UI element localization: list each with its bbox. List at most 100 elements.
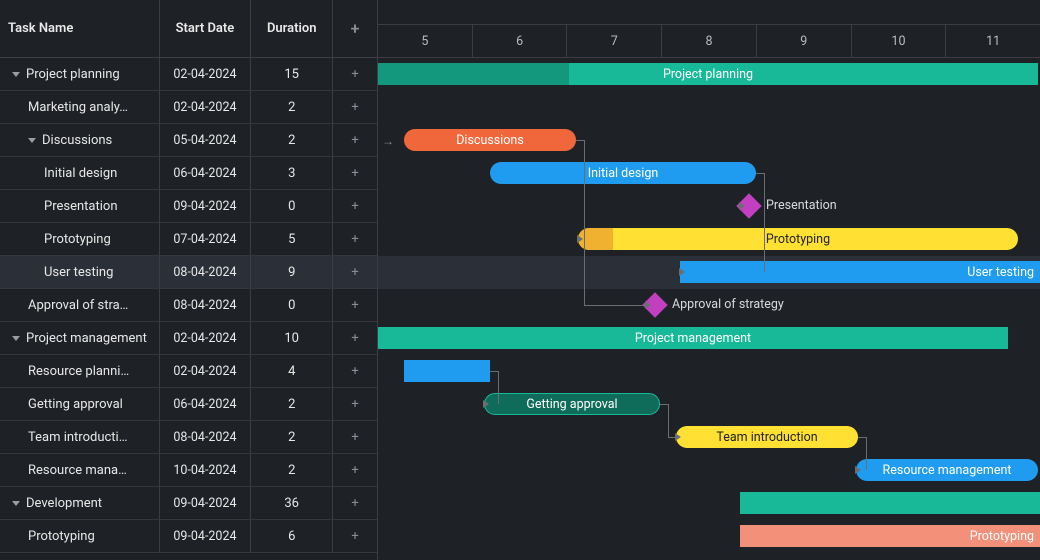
add-subtask-button[interactable]: +	[333, 322, 377, 354]
task-start-cell[interactable]: 06-04-2024	[160, 157, 252, 189]
gantt-bar[interactable]: Getting approval	[484, 393, 660, 415]
task-name-cell[interactable]: Getting approval	[0, 388, 160, 420]
task-duration-cell[interactable]: 4	[251, 355, 333, 387]
add-subtask-button[interactable]: +	[333, 256, 377, 288]
task-name-cell[interactable]: Presentation	[0, 190, 160, 222]
task-start-cell[interactable]: 09-04-2024	[160, 487, 252, 519]
task-start-cell[interactable]: 07-04-2024	[160, 223, 252, 255]
table-row[interactable]: Project planning02-04-202415+	[0, 58, 377, 91]
timeline-body[interactable]: Project planning→DiscussionsInitial desi…	[378, 58, 1040, 560]
column-header-name[interactable]: Task Name	[0, 0, 160, 57]
gantt-bar[interactable]: Discussions	[404, 129, 576, 151]
task-name-cell[interactable]: Prototyping	[0, 520, 160, 552]
add-subtask-button[interactable]: +	[333, 223, 377, 255]
table-row[interactable]: User testing08-04-20249+	[0, 256, 377, 289]
gantt-bar[interactable]: Project planning	[378, 63, 1038, 85]
task-duration-cell[interactable]: 2	[251, 91, 333, 123]
add-subtask-button[interactable]: +	[333, 388, 377, 420]
table-row[interactable]: Team introducti…08-04-20242+	[0, 421, 377, 454]
task-name-cell[interactable]: Development	[0, 487, 160, 519]
add-subtask-button[interactable]: +	[333, 124, 377, 156]
gantt-bar[interactable]: Prototyping	[578, 228, 1018, 250]
task-start-cell[interactable]: 06-04-2024	[160, 388, 252, 420]
table-row[interactable]: Project management02-04-202410+	[0, 322, 377, 355]
task-duration-cell[interactable]: 5	[251, 223, 333, 255]
task-name-cell[interactable]: Project management	[0, 322, 160, 354]
task-start-cell[interactable]: 02-04-2024	[160, 355, 252, 387]
task-start-cell[interactable]: 02-04-2024	[160, 91, 252, 123]
task-name-cell[interactable]: Marketing analy…	[0, 91, 160, 123]
table-row[interactable]: Resource planni… 02-04-20244+	[0, 355, 377, 388]
task-name-label: Resource planni…	[28, 364, 129, 379]
add-subtask-button[interactable]: +	[333, 487, 377, 519]
task-duration-cell[interactable]: 9	[251, 256, 333, 288]
task-start-cell[interactable]: 10-04-2024	[160, 454, 252, 486]
gantt-bar[interactable]	[404, 360, 490, 382]
gantt-bar[interactable]	[740, 492, 1040, 514]
add-subtask-button[interactable]: +	[333, 91, 377, 123]
column-header-duration[interactable]: Duration	[251, 0, 333, 57]
task-name-cell[interactable]: Prototyping	[0, 223, 160, 255]
table-row[interactable]: Presentation09-04-20240+	[0, 190, 377, 223]
expand-caret-icon[interactable]	[12, 501, 20, 506]
task-name-cell[interactable]: Discussions	[0, 124, 160, 156]
task-duration-cell[interactable]: 0	[251, 190, 333, 222]
task-duration-cell[interactable]: 36	[251, 487, 333, 519]
table-row[interactable]: Prototyping07-04-20245+	[0, 223, 377, 256]
table-row[interactable]: Resource mana…10-04-20242+	[0, 454, 377, 487]
task-name-cell[interactable]: Initial design	[0, 157, 160, 189]
gantt-bar[interactable]: User testing	[680, 261, 1040, 283]
task-name-cell[interactable]: Approval of stra…	[0, 289, 160, 321]
task-name-cell[interactable]: Team introducti…	[0, 421, 160, 453]
task-duration-cell[interactable]: 3	[251, 157, 333, 189]
task-start-cell[interactable]: 08-04-2024	[160, 289, 252, 321]
day-header: 7	[567, 25, 662, 57]
add-column-button[interactable]: +	[333, 0, 377, 57]
task-duration-cell[interactable]: 2	[251, 421, 333, 453]
task-duration-cell[interactable]: 6	[251, 520, 333, 552]
gantt-bar-label: Prototyping	[766, 232, 830, 247]
task-duration-cell[interactable]: 2	[251, 388, 333, 420]
task-duration-cell[interactable]: 2	[251, 124, 333, 156]
task-name-cell[interactable]: Project planning	[0, 58, 160, 90]
table-row[interactable]: Discussions05-04-20242+	[0, 124, 377, 157]
expand-caret-icon[interactable]	[28, 138, 36, 143]
column-header-start[interactable]: Start Date	[160, 0, 252, 57]
task-duration-cell[interactable]: 0	[251, 289, 333, 321]
table-row[interactable]: Getting approval06-04-20242+	[0, 388, 377, 421]
table-row[interactable]: Development09-04-202436+	[0, 487, 377, 520]
table-row[interactable]: Initial design06-04-20243+	[0, 157, 377, 190]
add-subtask-button[interactable]: +	[333, 421, 377, 453]
task-start-cell[interactable]: 05-04-2024	[160, 124, 252, 156]
task-duration-cell[interactable]: 2	[251, 454, 333, 486]
task-duration-cell[interactable]: 10	[251, 322, 333, 354]
add-subtask-button[interactable]: +	[333, 520, 377, 552]
task-start-cell[interactable]: 08-04-2024	[160, 421, 252, 453]
task-name-cell[interactable]: Resource mana…	[0, 454, 160, 486]
gantt-bar[interactable]: Initial design	[490, 162, 756, 184]
add-subtask-button[interactable]: +	[333, 355, 377, 387]
gantt-bar[interactable]: Team introduction	[676, 426, 858, 448]
task-start-cell[interactable]: 09-04-2024	[160, 520, 252, 552]
add-subtask-button[interactable]: +	[333, 454, 377, 486]
expand-caret-icon[interactable]	[12, 72, 20, 77]
gantt-bar[interactable]: Prototyping	[740, 525, 1040, 547]
table-row[interactable]: Approval of stra…08-04-20240+	[0, 289, 377, 322]
task-start-cell[interactable]: 02-04-2024	[160, 58, 252, 90]
task-duration-cell[interactable]: 15	[251, 58, 333, 90]
task-start-cell[interactable]: 09-04-2024	[160, 190, 252, 222]
add-subtask-button[interactable]: +	[333, 190, 377, 222]
add-subtask-button[interactable]: +	[333, 58, 377, 90]
gantt-bar[interactable]: Resource management	[856, 459, 1038, 481]
add-subtask-button[interactable]: +	[333, 289, 377, 321]
add-subtask-button[interactable]: +	[333, 157, 377, 189]
task-start-cell[interactable]: 02-04-2024	[160, 322, 252, 354]
task-name-cell[interactable]: Resource planni…	[0, 355, 160, 387]
task-table: Task Name Start Date Duration + Project …	[0, 0, 378, 560]
task-start-cell[interactable]: 08-04-2024	[160, 256, 252, 288]
table-row[interactable]: Prototyping09-04-20246+	[0, 520, 377, 553]
task-name-cell[interactable]: User testing	[0, 256, 160, 288]
expand-caret-icon[interactable]	[12, 336, 20, 341]
table-row[interactable]: Marketing analy…02-04-20242+	[0, 91, 377, 124]
gantt-bar[interactable]: Project management	[378, 327, 1008, 349]
